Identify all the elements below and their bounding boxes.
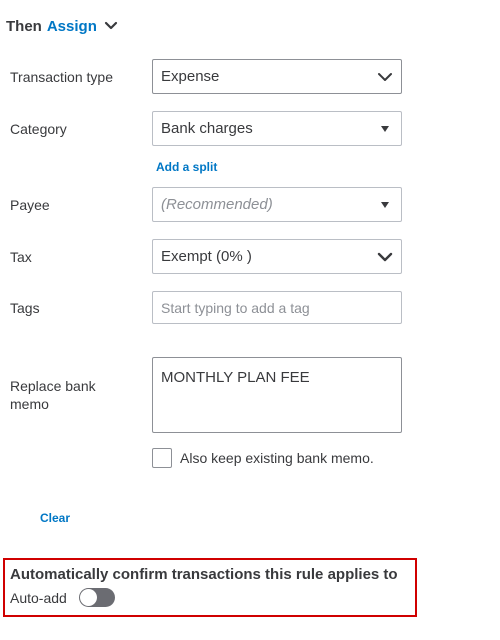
add-split-link[interactable]: Add a split bbox=[156, 160, 217, 174]
tax-value: Exempt (0% ) bbox=[161, 248, 252, 265]
then-label: Then bbox=[6, 17, 42, 35]
chevron-down-icon bbox=[378, 72, 392, 81]
payee-select[interactable]: (Recommended) bbox=[152, 187, 402, 222]
chevron-down-icon[interactable] bbox=[103, 18, 119, 34]
transaction-type-label: Transaction type bbox=[10, 69, 113, 85]
tags-input[interactable]: Start typing to add a tag bbox=[152, 291, 402, 324]
auto-add-label: Auto-add bbox=[10, 590, 67, 606]
tax-select[interactable]: Exempt (0% ) bbox=[152, 239, 402, 274]
transaction-type-value: Expense bbox=[161, 68, 220, 85]
tax-label: Tax bbox=[10, 249, 32, 265]
then-assign-header: Then Assign bbox=[6, 14, 119, 38]
memo-value: MONTHLY PLAN FEE bbox=[161, 369, 310, 386]
tags-label: Tags bbox=[10, 300, 40, 316]
assign-dropdown-link[interactable]: Assign bbox=[47, 18, 97, 35]
caret-down-icon bbox=[381, 125, 389, 132]
memo-label-line2: memo bbox=[10, 396, 49, 412]
keep-memo-label: Also keep existing bank memo. bbox=[180, 450, 374, 466]
chevron-down-icon bbox=[377, 252, 393, 261]
payee-placeholder: (Recommended) bbox=[161, 196, 273, 213]
auto-add-toggle[interactable] bbox=[79, 588, 115, 607]
payee-label: Payee bbox=[10, 197, 50, 213]
toggle-knob bbox=[80, 589, 97, 606]
clear-link[interactable]: Clear bbox=[40, 511, 70, 525]
auto-confirm-title: Automatically confirm transactions this … bbox=[10, 566, 398, 583]
category-select[interactable]: Bank charges bbox=[152, 111, 402, 146]
tags-placeholder: Start typing to add a tag bbox=[161, 300, 310, 316]
category-label: Category bbox=[10, 121, 67, 137]
memo-label-line1: Replace bank bbox=[10, 378, 96, 394]
transaction-type-select[interactable]: Expense bbox=[152, 59, 402, 94]
memo-textarea[interactable]: MONTHLY PLAN FEE bbox=[152, 357, 402, 433]
category-value: Bank charges bbox=[161, 120, 253, 137]
caret-down-icon bbox=[381, 201, 389, 208]
keep-memo-checkbox[interactable] bbox=[152, 448, 172, 468]
